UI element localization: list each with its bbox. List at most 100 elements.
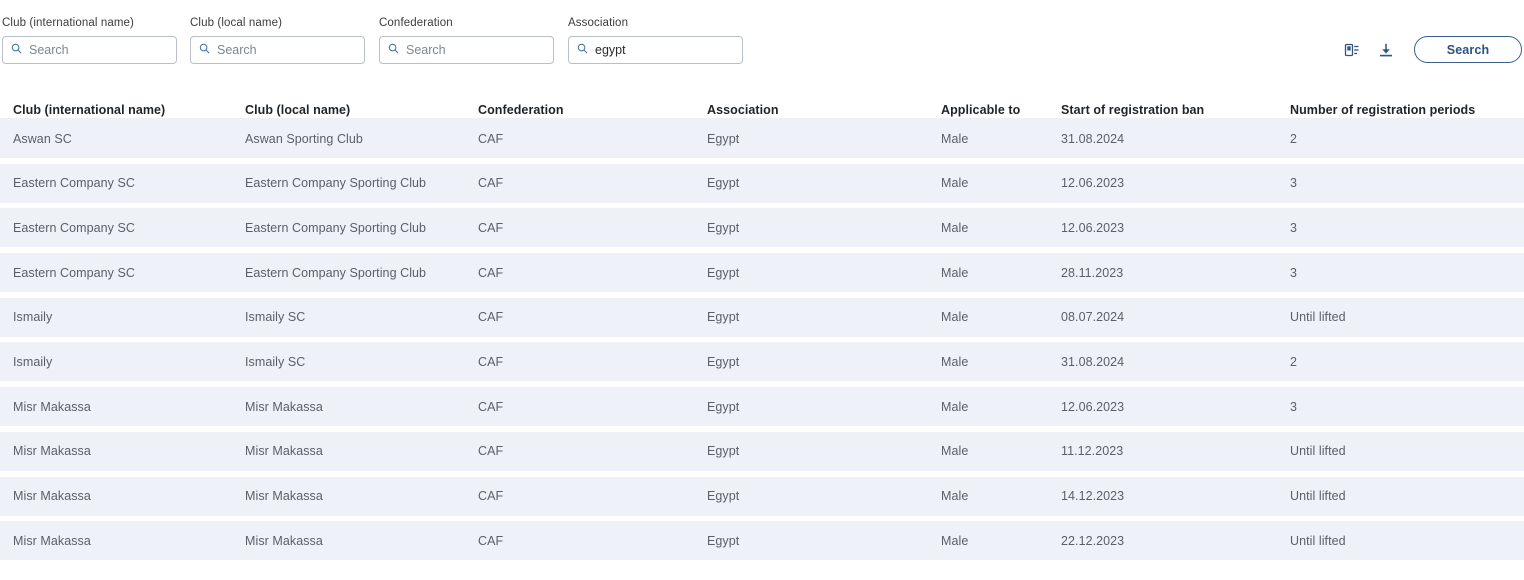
table-cell: 12.06.2023: [1061, 399, 1125, 414]
column-header-club-international-name[interactable]: Club (international name): [13, 103, 165, 117]
table-cell: Egypt: [707, 533, 740, 548]
table-cell: 3: [1290, 399, 1298, 414]
table-cell: Male: [941, 265, 969, 280]
toolbar: Search: [1342, 36, 1522, 63]
club-local-name-input[interactable]: [217, 42, 356, 58]
table-cell: Egypt: [707, 176, 740, 191]
filter-confederation: Confederation: [379, 16, 554, 64]
table-cell: CAF: [478, 354, 504, 369]
table-cell: Misr Makassa: [13, 399, 91, 414]
table-header-row: Club (international name) Club (local na…: [0, 90, 1524, 119]
filter-label-club-local-name: Club (local name): [190, 17, 283, 29]
table-cell: Ismaily SC: [245, 354, 306, 369]
filter-label-club-international-name: Club (international name): [2, 17, 134, 29]
table-cell: 22.12.2023: [1061, 533, 1125, 548]
table-cell: 11.12.2023: [1061, 444, 1124, 459]
table-cell: CAF: [478, 444, 504, 459]
table-cell: 3: [1290, 176, 1298, 191]
table-cell: Male: [941, 220, 969, 235]
table-cell: 08.07.2024: [1061, 310, 1125, 325]
table-cell: Male: [941, 489, 969, 503]
table-row[interactable]: Misr Makassa Misr Makassa CAF Egypt Male 12.0…: [0, 387, 1524, 427]
confederation-input[interactable]: [406, 42, 545, 58]
table-cell: Egypt: [707, 489, 740, 503]
column-header-confederation[interactable]: Confederation: [478, 103, 564, 117]
copy-table-icon[interactable]: [1342, 40, 1362, 60]
search-icon: [11, 41, 22, 59]
table-cell: Eastern Company Sporting Club: [245, 176, 427, 191]
table-cell: Male: [941, 310, 969, 325]
table-cell: 2: [1290, 354, 1298, 369]
table-cell: Misr Makassa: [13, 533, 91, 548]
table-row[interactable]: Misr Makassa Misr Makassa CAF Egypt Male 22.1…: [0, 521, 1524, 561]
table-cell: Aswan SC: [13, 131, 72, 146]
table-cell: Ismaily SC: [245, 310, 306, 325]
table-row[interactable]: Eastern Company SC Eastern Company Sporti…: [0, 163, 1524, 203]
table-row[interactable]: Eastern Company SC Eastern Company Sporti…: [0, 253, 1524, 293]
confederation-input-wrap[interactable]: [379, 36, 554, 64]
club-international-name-input-wrap[interactable]: [2, 36, 177, 64]
column-header-association[interactable]: Association: [707, 103, 779, 117]
table-cell: CAF: [478, 399, 504, 414]
table-row[interactable]: Eastern Company SC Eastern Company Sporti…: [0, 208, 1524, 248]
filter-label-confederation: Confederation: [379, 17, 453, 29]
table-cell: Egypt: [707, 354, 740, 369]
search-button[interactable]: Search: [1414, 36, 1522, 63]
table-cell: Eastern Company Sporting Club: [245, 220, 427, 235]
table-cell: Misr Makassa: [245, 444, 323, 459]
download-icon[interactable]: [1376, 40, 1396, 60]
column-header-start-of-registration-ban[interactable]: Start of registration ban: [1061, 103, 1204, 117]
table-cell: Eastern Company SC: [13, 176, 136, 191]
table-cell: Egypt: [707, 444, 740, 459]
association-input[interactable]: [595, 42, 734, 58]
table-cell: 3: [1290, 220, 1298, 235]
results-table: Club (international name) Club (local na…: [0, 90, 1524, 561]
table-row[interactable]: Ismaily Ismaily SC CAF Egypt Male 08.07.2024 U…: [0, 297, 1524, 337]
table-cell: Aswan Sporting Club: [245, 131, 363, 146]
table-cell: 31.08.2024: [1061, 131, 1125, 146]
table-cell: Egypt: [707, 399, 740, 414]
table-cell: 12.06.2023: [1061, 176, 1125, 191]
club-local-name-input-wrap[interactable]: [190, 36, 365, 64]
table-cell: Egypt: [707, 265, 740, 280]
table-cell: 31.08.2024: [1061, 354, 1125, 369]
filter-bar: Club (international name) Club (local na…: [0, 0, 1524, 78]
table-cell: Until lifted: [1290, 310, 1346, 325]
table-cell: Until lifted: [1290, 444, 1346, 459]
club-international-name-input[interactable]: [29, 42, 168, 58]
table-row[interactable]: Ismaily Ismaily SC CAF Egypt Male 31.08.2024 2: [0, 342, 1524, 382]
table-row[interactable]: Misr Makassa Misr Makassa CAF Egypt Male 11.1…: [0, 431, 1524, 471]
table-cell: CAF: [478, 489, 504, 503]
column-header-number-of-registration-periods[interactable]: Number of registration periods: [1290, 103, 1475, 117]
filter-label-association: Association: [568, 17, 629, 29]
search-icon: [199, 41, 210, 59]
table-cell: Eastern Company Sporting Club: [245, 265, 427, 280]
table-cell: Until lifted: [1290, 489, 1346, 503]
search-icon: [577, 41, 588, 59]
association-input-wrap[interactable]: [568, 36, 743, 64]
filter-club-international-name: Club (international name): [2, 16, 177, 64]
table-cell: Male: [941, 533, 969, 548]
table-row[interactable]: Aswan SC Aswan Sporting Club CAF Egypt Male 3…: [0, 119, 1524, 158]
table-cell: CAF: [478, 131, 504, 146]
table-cell: Until lifted: [1290, 533, 1346, 548]
filter-club-local-name: Club (local name): [190, 16, 365, 64]
table-cell: 2: [1290, 131, 1298, 146]
table-cell: Ismaily: [13, 310, 53, 325]
table-cell: Male: [941, 354, 969, 369]
table-row[interactable]: Misr Makassa Misr Makassa CAF Egypt Male 14.1…: [0, 476, 1524, 516]
column-header-club-local-name[interactable]: Club (local name): [245, 103, 350, 117]
table-cell: CAF: [478, 220, 504, 235]
table-cell: Male: [941, 176, 969, 191]
table-cell: Male: [941, 399, 969, 414]
table-cell: 14.12.2023: [1061, 489, 1125, 503]
table-body: Aswan SC Aswan Sporting Club CAF Egypt Male 3…: [0, 119, 1524, 561]
table-cell: CAF: [478, 265, 504, 280]
table-cell: CAF: [478, 310, 504, 325]
search-icon: [388, 41, 399, 59]
table-cell: Misr Makassa: [245, 489, 323, 503]
table-cell: Misr Makassa: [245, 399, 323, 414]
column-header-applicable-to[interactable]: Applicable to: [941, 103, 1020, 117]
table-cell: Misr Makassa: [245, 533, 323, 548]
table-cell: CAF: [478, 176, 504, 191]
